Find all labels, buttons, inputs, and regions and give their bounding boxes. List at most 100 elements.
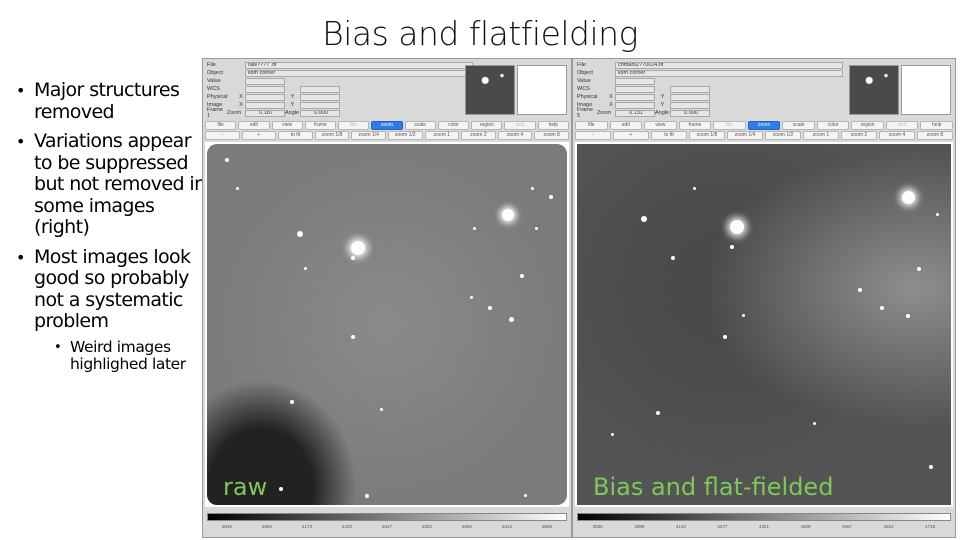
zoom-label: Zoom: [227, 110, 242, 116]
star: [730, 245, 735, 250]
colorbar-tick-label: 4718: [925, 524, 936, 529]
magnifier-view: [849, 65, 899, 115]
zoom-button[interactable]: zoom 4: [497, 131, 533, 140]
object-field: ksm corner: [245, 69, 473, 77]
angle-label: Angle: [285, 110, 300, 116]
menu-button-view[interactable]: view: [644, 121, 677, 130]
colorbar-tick-label: 4624: [883, 524, 894, 529]
colorbar-tick-label: 3506: [541, 524, 552, 529]
physical-row: Physical X Y: [205, 93, 340, 101]
ds9-window-flatfielded: File cnfbars2??0014.fit Object ksm corner …: [572, 58, 956, 538]
physical-label: Physical: [577, 94, 598, 100]
zoom-button-bar: - + to fit zoom 1/8 zoom 1/4 zoom 1/2 zoom 1 zo…: [205, 131, 569, 140]
zoom-button[interactable]: -: [205, 131, 240, 140]
colorbar-ticks: 3916 4084 4173 4420 4647 4822 5050 3414 3506: [207, 524, 567, 534]
physical-label: Physical: [207, 94, 228, 100]
menu-button-zoom[interactable]: zoom: [371, 121, 403, 130]
zoom-button[interactable]: +: [241, 131, 277, 140]
wcs-row: WCS: [575, 85, 710, 93]
zoom-button[interactable]: -: [575, 131, 611, 140]
angle-label: Angle: [655, 110, 670, 116]
zoom-button[interactable]: +: [613, 131, 649, 140]
menu-button-region[interactable]: region: [851, 121, 884, 130]
menu-button-help[interactable]: help: [920, 121, 954, 130]
panner-view[interactable]: [901, 65, 951, 115]
panner-view[interactable]: [517, 65, 567, 115]
star: [928, 465, 933, 470]
menu-button-region[interactable]: region: [471, 121, 503, 130]
wcs-row: WCS: [205, 85, 340, 93]
menu-button-scale[interactable]: scale: [404, 121, 436, 130]
menu-button-edit[interactable]: edit: [238, 121, 270, 130]
astronomical-image[interactable]: [207, 144, 567, 505]
menu-button-file[interactable]: file: [205, 121, 237, 130]
image-canvas[interactable]: raw: [205, 142, 569, 507]
menu-button-bin[interactable]: bin: [713, 121, 746, 130]
image-canvas[interactable]: Bias and flat-fielded: [575, 142, 953, 507]
star: [351, 241, 365, 256]
value-field: [615, 77, 655, 85]
colorbar-tick-label: 3414: [501, 524, 512, 529]
zoom-button[interactable]: zoom 2: [461, 131, 496, 140]
colorbar-tick-label: 4647: [381, 524, 392, 529]
zoom-button[interactable]: zoom 8: [534, 131, 569, 140]
angle-value: 0.000: [670, 109, 710, 117]
object-label: Object: [207, 70, 223, 76]
object-row: Object ksm corner: [575, 69, 843, 77]
zoom-button[interactable]: zoom 1: [424, 131, 460, 140]
star: [225, 158, 229, 163]
zoom-button[interactable]: zoom 1/8: [689, 131, 725, 140]
physical-x-field: [245, 93, 285, 101]
astronomical-image[interactable]: [577, 144, 951, 505]
colorbar[interactable]: [207, 513, 567, 521]
zoom-button[interactable]: zoom 8: [917, 131, 953, 140]
menu-button-scale[interactable]: scale: [782, 121, 815, 130]
menu-button-file[interactable]: file: [575, 121, 608, 130]
zoom-button[interactable]: zoom 1/4: [351, 131, 386, 140]
zoom-button[interactable]: to fit: [651, 131, 687, 140]
zoom-button[interactable]: zoom 1: [803, 131, 839, 140]
bullet-item: • Major structures removed: [14, 79, 206, 123]
menu-button-frame[interactable]: frame: [678, 121, 712, 130]
y-label: Y: [660, 94, 665, 100]
menu-button-help[interactable]: help: [537, 121, 569, 130]
zoom-button[interactable]: zoom 1/2: [387, 131, 423, 140]
zoom-button[interactable]: zoom 1/4: [727, 131, 763, 140]
colorbar-tick-label: 4084: [261, 524, 272, 529]
star: [722, 335, 727, 340]
wcs-label: WCS: [207, 86, 220, 92]
ds9-window-raw: File raw???? .fit Object ksm corner Value …: [202, 58, 572, 538]
star: [379, 407, 383, 411]
menu-button-edit[interactable]: edit: [609, 121, 643, 130]
star: [917, 266, 922, 271]
menu-button-wcs[interactable]: wcs: [504, 121, 536, 130]
zoom-button[interactable]: to fit: [278, 131, 313, 140]
menu-button-wcs[interactable]: wcs: [885, 121, 919, 130]
menu-button-bar: file edit view frame bin zoom scale color region…: [575, 121, 954, 130]
star: [289, 400, 294, 405]
physical-y-field: [670, 93, 710, 101]
slide-title: Bias and flatfielding: [322, 14, 638, 53]
star: [906, 313, 911, 318]
menu-button-zoom[interactable]: zoom: [747, 121, 781, 130]
bullet-dot-icon: •: [16, 81, 25, 100]
menu-button-bin[interactable]: bin: [338, 121, 370, 130]
star: [297, 230, 303, 237]
zoom-button[interactable]: zoom 4: [879, 131, 915, 140]
angle-value: 0.000: [300, 109, 340, 117]
menu-button-view[interactable]: view: [271, 121, 303, 130]
menu-button-frame[interactable]: frame: [304, 121, 337, 130]
zoom-button[interactable]: zoom 1/8: [314, 131, 350, 140]
star: [279, 486, 283, 491]
image-y-field: [300, 101, 340, 109]
star: [936, 212, 940, 216]
y-label: Y: [290, 102, 295, 108]
sub-bullet-item: • Weird images highlighed later: [14, 338, 206, 374]
colorbar-tick-label: 4173: [301, 524, 312, 529]
colorbar[interactable]: [577, 513, 951, 521]
zoom-button-bar: - + to fit zoom 1/8 zoom 1/4 zoom 1/2 zoom 1 zo…: [575, 131, 953, 140]
menu-button-color[interactable]: color: [816, 121, 850, 130]
menu-button-color[interactable]: color: [437, 121, 470, 130]
zoom-button[interactable]: zoom 2: [841, 131, 877, 140]
zoom-button[interactable]: zoom 1/2: [765, 131, 801, 140]
